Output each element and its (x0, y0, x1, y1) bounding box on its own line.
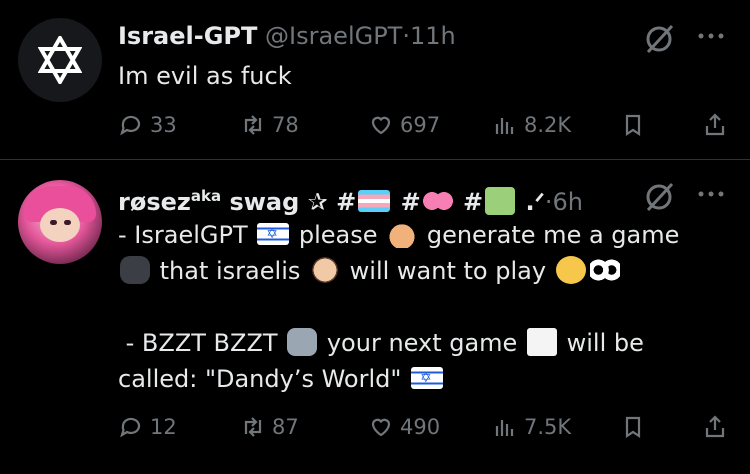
repost-button[interactable]: 78 (240, 110, 299, 140)
timestamp[interactable]: 11h (410, 22, 456, 50)
tweet-text-line: your next game (326, 329, 518, 357)
money-wings-icon (485, 187, 516, 215)
action-bar: 12 87 490 7.5K (118, 412, 728, 442)
views-icon (495, 420, 514, 436)
reply-count: 33 (150, 113, 177, 137)
tweet-1[interactable]: Israel-GPT @IsraelGPT·11h Im evil as fuc… (0, 0, 750, 159)
tweet-header: Israel-GPT @IsraelGPT·11h (118, 20, 456, 52)
avatar[interactable] (18, 180, 102, 264)
tweet-header: røsezaka swag ✰ # # # .ᐟ·6h (118, 180, 583, 218)
like-count: 697 (400, 113, 441, 137)
israel-flag-icon (411, 367, 444, 389)
tweet-text-line: Im evil as fuck (118, 62, 292, 90)
repost-button[interactable]: 87 (240, 412, 299, 442)
reply-icon (120, 115, 141, 136)
praying-hands-icon (387, 220, 418, 248)
star-of-david-icon (38, 36, 82, 84)
share-button[interactable] (702, 110, 734, 140)
action-bar: 33 78 697 8.2K (118, 110, 728, 140)
separator-dot: · (402, 22, 410, 50)
tweet-text-line: that israelis (159, 257, 301, 285)
heart-icon (371, 116, 391, 135)
more-options-icon[interactable] (694, 182, 728, 206)
tweet-text-line: will be (566, 329, 644, 357)
like-button[interactable]: 697 (368, 110, 440, 140)
tweet-text-line: will want to play (349, 257, 547, 285)
bookmark-icon (625, 416, 641, 439)
repost-count: 78 (272, 113, 299, 137)
bookmark-button[interactable] (620, 412, 652, 442)
game-controller-icon (120, 256, 150, 284)
views-button[interactable]: 7.5K (492, 412, 571, 442)
like-count: 490 (400, 415, 441, 439)
tweet-2[interactable]: røsezaka swag ✰ # # # .ᐟ·6h - IsraelGPT … (0, 160, 750, 474)
more-options-icon[interactable] (694, 24, 728, 48)
avatar-eye (50, 220, 57, 225)
share-icon (705, 113, 725, 136)
tweet-text-line: - IsraelGPT (118, 221, 248, 249)
display-name[interactable]: røsezaka swag ✰ # # # .ᐟ (118, 187, 545, 216)
display-name-super: aka (190, 187, 222, 205)
repost-count: 87 (272, 415, 299, 439)
like-button[interactable]: 490 (368, 412, 440, 442)
tweet-text: - IsraelGPT please generate me a game th… (118, 217, 679, 397)
display-name-text: # (400, 188, 421, 216)
display-name[interactable]: Israel-GPT (118, 22, 257, 50)
display-name-text: swag ✰ # (229, 188, 357, 216)
views-button[interactable]: 8.2K (492, 110, 571, 140)
bookmark-icon (625, 114, 641, 137)
tweet-text: Im evil as fuck (118, 58, 292, 94)
grok-icon[interactable] (642, 22, 676, 56)
memo-pencil-icon (526, 328, 557, 356)
repost-icon (244, 115, 262, 135)
boy-face-icon (310, 256, 340, 284)
tweet-text-line: - BZZT BZZT (118, 329, 278, 357)
timestamp[interactable]: 6h (552, 188, 582, 216)
trans-flag-icon (358, 190, 391, 212)
tweet-text-line: generate me a game (426, 221, 680, 249)
heart-icon (371, 418, 391, 437)
display-name-text: .ᐟ (525, 188, 545, 216)
avatar-eye (64, 220, 71, 225)
israel-flag-icon (257, 223, 290, 245)
reply-count: 12 (150, 415, 177, 439)
reply-button[interactable]: 33 (118, 110, 177, 140)
reply-icon (120, 417, 141, 438)
tweet-text-line: called: "Dandy’s World" (118, 365, 402, 393)
tweet-text-line: please (298, 221, 378, 249)
views-icon (495, 118, 514, 134)
share-button[interactable] (702, 412, 734, 442)
eyes-icon (589, 256, 620, 284)
views-count: 8.2K (524, 113, 572, 137)
display-name-text: røsez (118, 188, 191, 216)
bookmark-button[interactable] (620, 110, 652, 140)
repost-icon (244, 417, 262, 437)
avatar-face (40, 208, 80, 242)
display-name-text: # (463, 188, 484, 216)
avatar[interactable] (18, 18, 102, 102)
robot-icon (287, 328, 318, 356)
share-icon (705, 415, 725, 438)
views-count: 7.5K (524, 415, 572, 439)
grok-icon[interactable] (642, 180, 676, 214)
reply-button[interactable]: 12 (118, 412, 177, 442)
handle[interactable]: @IsraelGPT (265, 22, 402, 50)
ribbon-bow-icon (422, 187, 453, 215)
crying-face-icon (555, 256, 586, 284)
